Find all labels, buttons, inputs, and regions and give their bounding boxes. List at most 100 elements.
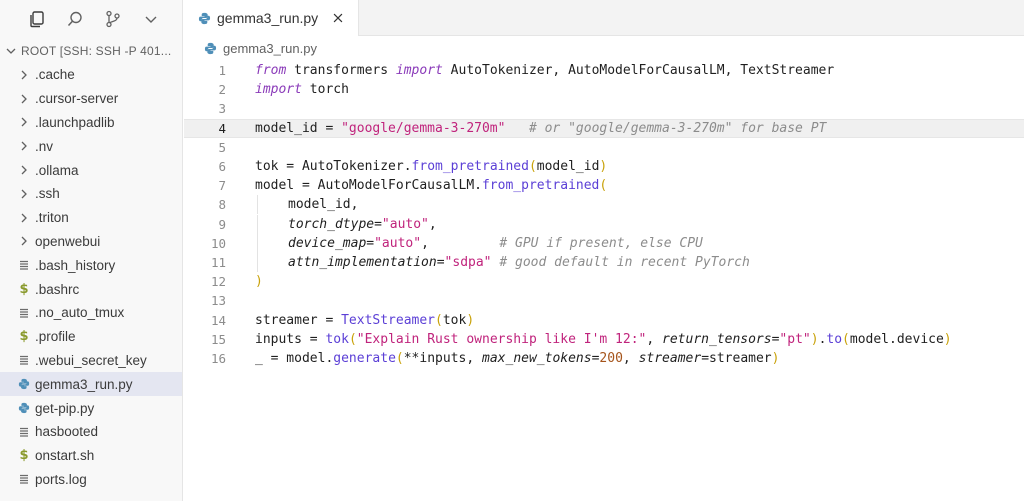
line-number: 1 (218, 63, 226, 79)
file-label: ports.log (35, 471, 87, 487)
code-line: 3 (184, 99, 1024, 118)
text-file-icon (18, 472, 30, 486)
search-icon[interactable] (64, 8, 86, 30)
folder-item[interactable]: .cache (0, 63, 182, 87)
file-label: .cursor-server (35, 91, 119, 107)
folder-item[interactable]: .cursor-server (0, 87, 182, 111)
file-label: .profile (35, 329, 76, 345)
editor-area: gemma3_run.py gemma3_run.py 1 from transf… (184, 0, 1024, 501)
python-file-icon (198, 12, 211, 25)
file-item[interactable]: get-pip.py (0, 396, 182, 420)
file-tree: .cache .cursor-server .launchpadlib .nv .oll… (0, 63, 182, 491)
chevron-right-icon (21, 70, 27, 80)
folder-item[interactable]: .nv (0, 134, 182, 158)
folder-item[interactable]: .launchpadlib (0, 111, 182, 135)
file-label: .nv (35, 138, 54, 154)
explorer-root[interactable]: ROOT [SSH: SSH -P 401... (0, 38, 182, 63)
file-item[interactable]: gemma3_run.py (0, 372, 182, 397)
folder-item[interactable]: openwebui (0, 230, 182, 254)
chevron-down-icon[interactable] (140, 8, 162, 30)
text-file-icon (20, 356, 28, 366)
file-label: .bash_history (35, 257, 116, 273)
file-label: .no_auto_tmux (35, 305, 125, 321)
file-item[interactable]: .no_auto_tmux (0, 301, 182, 325)
file-label: .triton (35, 210, 69, 226)
line-number: 11 (210, 254, 226, 270)
line-number: 4 (218, 120, 226, 136)
chevron-right-icon (21, 237, 27, 246)
shell-file-icon: $ (18, 282, 30, 297)
python-file-icon (18, 402, 30, 414)
close-icon[interactable] (330, 10, 346, 26)
file-item[interactable]: hasbooted (0, 420, 182, 444)
folder-item[interactable]: .ollama (0, 158, 182, 182)
code-line: 16 _ = model.generate(**inputs, max_new_t… (184, 349, 1024, 368)
explorer-sidebar: ROOT [SSH: SSH -P 401... .cache .cursor-s… (0, 0, 183, 501)
breadcrumb: gemma3_run.py (184, 36, 1024, 61)
text-file-icon (18, 258, 30, 272)
code-line: 12) (184, 272, 1024, 291)
code-line-current: 4 model_id = "google/gemma-3-270m" # or "… (184, 118, 1024, 138)
tab-label: gemma3_run.py (217, 10, 319, 26)
shell-file-icon: $ (18, 448, 30, 464)
file-label: .ssh (35, 186, 60, 202)
chevron-right-icon (21, 141, 27, 151)
code-line: 2 import torch (184, 80, 1024, 99)
root-label: ROOT [SSH: SSH -P 401... (21, 43, 172, 58)
code-editor[interactable]: 1 from transformers import AutoTokenizer,… (184, 61, 1024, 368)
chevron-right-icon (18, 139, 30, 153)
chevron-right-icon (18, 211, 30, 225)
file-label: .ollama (35, 162, 79, 178)
chevron-right-icon (18, 163, 30, 177)
file-label: .launchpadlib (35, 114, 115, 130)
source-control-icon[interactable] (102, 8, 124, 30)
line-number: 10 (210, 235, 226, 251)
file-item[interactable]: $ .profile (0, 325, 182, 349)
file-item[interactable]: $ .bashrc (0, 277, 182, 301)
file-label: gemma3_run.py (35, 376, 133, 392)
line-number: 9 (218, 216, 226, 232)
chevron-right-icon (18, 68, 30, 82)
chevron-right-icon (18, 187, 30, 201)
code-line: 10 device_map="auto", # GPU if present, e… (184, 233, 1024, 253)
file-label: onstart.sh (35, 448, 95, 464)
code-line: 5 (184, 138, 1024, 157)
code-line: 7 model = AutoModelForCausalLM.from_pretr… (184, 176, 1024, 195)
tab-gemma3-run[interactable]: gemma3_run.py (184, 0, 359, 36)
line-number: 2 (218, 82, 226, 98)
explorer-icon[interactable] (26, 8, 48, 30)
code-line: 9 torch_dtype="auto", (184, 214, 1024, 234)
line-number: 7 (218, 178, 226, 194)
shell-file-icon: $ (19, 448, 29, 464)
code-line: 6 tok = AutoTokenizer.from_pretrained(mod… (184, 157, 1024, 176)
file-item[interactable]: ports.log (0, 468, 182, 492)
text-file-icon (18, 306, 30, 320)
chevron-right-icon (21, 213, 27, 223)
code-line: 1 from transformers import AutoTokenizer,… (184, 61, 1024, 80)
chevron-right-icon (21, 94, 27, 104)
code-line: 8 model_id, (184, 195, 1024, 215)
shell-file-icon: $ (19, 329, 29, 345)
chevron-right-icon (21, 118, 27, 127)
file-item[interactable]: $ onstart.sh (0, 444, 182, 468)
line-number: 12 (210, 274, 226, 290)
file-item[interactable]: .webui_secret_key (0, 349, 182, 373)
text-file-icon (18, 353, 30, 367)
folder-item[interactable]: .ssh (0, 182, 182, 206)
text-file-icon (20, 475, 28, 485)
code-line: 15 inputs = tok("Explain Rust ownership l… (184, 330, 1024, 349)
python-file-icon (18, 379, 30, 390)
line-number: 3 (218, 101, 226, 117)
file-item[interactable]: .bash_history (0, 253, 182, 277)
tab-bar: gemma3_run.py (184, 0, 1024, 36)
file-label: openwebui (35, 233, 101, 249)
chevron-right-icon (18, 115, 30, 129)
line-number: 13 (210, 293, 226, 309)
text-file-icon (20, 308, 28, 318)
folder-item[interactable]: .triton (0, 206, 182, 230)
line-number: 16 (210, 350, 226, 366)
file-label: hasbooted (35, 424, 99, 440)
line-number: 5 (218, 139, 226, 155)
chevron-right-icon (18, 92, 30, 106)
breadcrumb-file[interactable]: gemma3_run.py (223, 41, 317, 56)
